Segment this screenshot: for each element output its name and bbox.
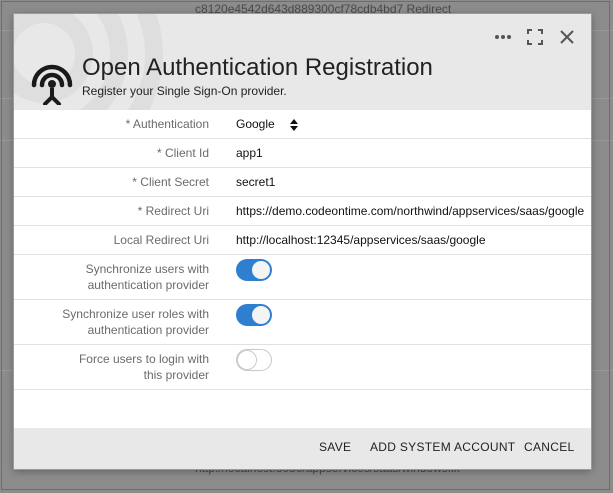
field-sync-roles: Synchronize user roles with authenticati… [14,300,591,345]
cancel-button[interactable]: CANCEL [524,440,574,454]
dialog-title: Open Authentication Registration [82,54,433,81]
field-authentication: * Authentication Google [14,110,591,139]
registration-form: * Authentication Google * Client Id app1… [14,110,591,428]
force-login-label: Force users to login with this provider [78,352,209,382]
client-id-label: * Client Id [156,146,209,160]
dialog-subtitle: Register your Single Sign-On provider. [82,84,287,98]
field-force-login: Force users to login with this provider [14,345,591,390]
dialog-footer: SAVE ADD SYSTEM ACCOUNT CANCEL [14,428,591,469]
redirect-uri-input[interactable]: https://demo.codeontime.com/northwind/ap… [236,204,584,218]
fullscreen-button[interactable] [522,24,548,50]
toggle-knob [238,351,256,369]
sync-roles-toggle[interactable] [236,304,272,326]
field-client-secret: * Client Secret secret1 [14,168,591,197]
field-local-redirect-uri: Local Redirect Uri http://localhost:1234… [14,226,591,255]
authentication-select[interactable]: Google [236,117,299,131]
add-system-account-button[interactable]: ADD SYSTEM ACCOUNT [370,440,515,454]
field-sync-users: Synchronize users with authentication pr… [14,255,591,300]
client-secret-label: * Client Secret [132,175,209,189]
dialog-header: Open Authentication Registration Registe… [14,14,591,110]
save-button[interactable]: SAVE [319,440,351,454]
more-options-button[interactable] [490,24,516,50]
more-horizontal-icon [495,35,511,39]
toggle-knob [252,261,270,279]
field-client-id: * Client Id app1 [14,139,591,168]
force-login-toggle[interactable] [236,349,272,371]
authentication-label: * Authentication [125,117,209,131]
toggle-knob [252,306,270,324]
close-button[interactable] [554,24,580,50]
sync-roles-label: Synchronize user roles with authenticati… [62,307,209,337]
close-icon [560,30,574,44]
sync-users-toggle[interactable] [236,259,272,281]
authentication-value: Google [236,117,275,131]
client-secret-input[interactable]: secret1 [236,175,275,189]
redirect-uri-label: * Redirect Uri [137,204,209,218]
local-redirect-uri-label: Local Redirect Uri [113,233,209,247]
broadcast-tower-icon [31,64,73,105]
sync-users-label: Synchronize users with authentication pr… [85,262,209,292]
fullscreen-icon [527,29,543,45]
field-redirect-uri: * Redirect Uri https://demo.codeontime.c… [14,197,591,226]
select-arrows-icon [290,118,299,131]
local-redirect-uri-input[interactable]: http://localhost:12345/appservices/saas/… [236,233,486,247]
oauth-registration-dialog: Open Authentication Registration Registe… [14,14,591,469]
client-id-input[interactable]: app1 [236,146,263,160]
